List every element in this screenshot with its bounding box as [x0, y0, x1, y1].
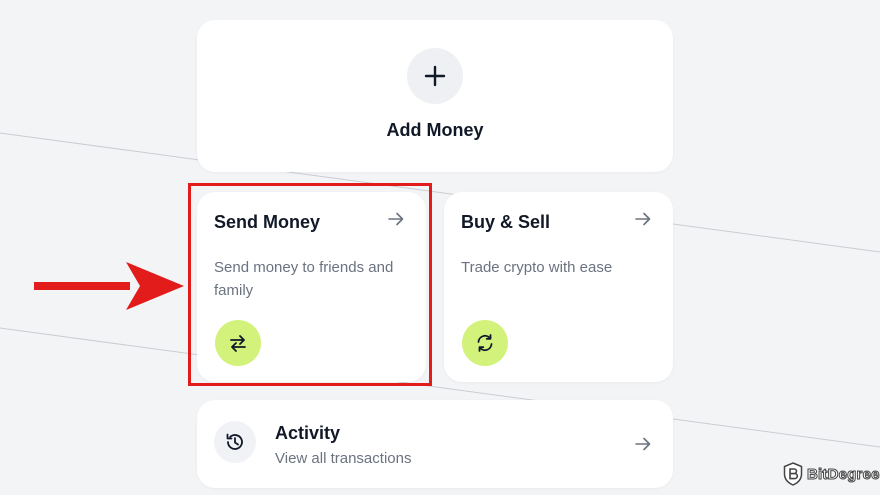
arrow-right-icon — [635, 212, 651, 226]
activity-card[interactable]: Activity View all transactions — [197, 400, 673, 488]
refresh-icon — [462, 320, 508, 366]
highlight-box — [188, 183, 432, 386]
buy-sell-description: Trade crypto with ease — [461, 259, 613, 276]
watermark-text: BitDegree — [807, 465, 880, 483]
activity-subtitle: View all transactions — [275, 450, 412, 467]
bitdegree-watermark: BitDegree — [783, 462, 880, 486]
activity-title: Activity — [275, 423, 341, 443]
buy-sell-card[interactable]: Buy & Sell Trade crypto with ease — [444, 192, 673, 382]
add-money-label: Add Money — [386, 120, 484, 140]
arrow-right-icon — [635, 437, 651, 451]
plus-icon — [407, 48, 463, 104]
pointer-arrow-icon — [34, 262, 184, 310]
history-icon — [214, 421, 256, 463]
bitdegree-logo-icon — [783, 462, 803, 486]
buy-sell-title: Buy & Sell — [461, 212, 551, 232]
add-money-card[interactable]: Add Money — [197, 20, 673, 172]
